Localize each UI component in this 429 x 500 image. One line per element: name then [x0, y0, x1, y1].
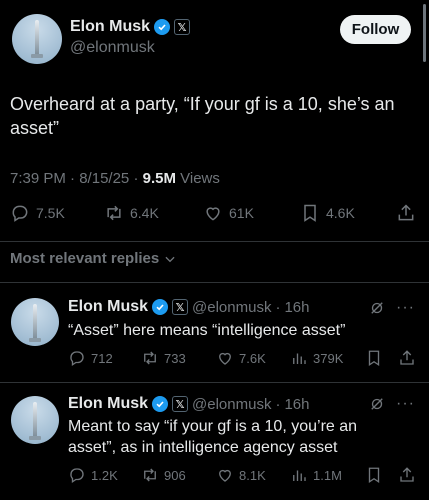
share-action[interactable]	[398, 466, 416, 484]
bookmark-action[interactable]	[365, 466, 383, 484]
repost-icon	[144, 468, 156, 482]
views-count: 379K	[313, 350, 344, 366]
bookmark-action[interactable]	[365, 349, 383, 367]
reply-count: 7.5K	[36, 205, 65, 221]
like-count: 7.6K	[239, 350, 266, 366]
heart-icon	[219, 469, 231, 482]
tweet-time[interactable]: 7:39 PM	[10, 170, 66, 187]
share-action[interactable]	[396, 203, 416, 223]
author-name-row: Elon Musk 𝕏 @elonmusk · 16h	[68, 395, 310, 413]
more-options-icon[interactable]: ···	[396, 299, 415, 317]
author-name[interactable]: Elon Musk	[70, 18, 150, 36]
views-label: Views	[180, 170, 220, 187]
repost-action[interactable]: 6.4K	[104, 203, 159, 223]
bookmark-icon	[368, 350, 380, 367]
repost-count: 733	[164, 350, 186, 366]
reply-count: 1.2K	[91, 467, 118, 483]
views-count: 9.5M	[142, 170, 176, 187]
reply-icon	[12, 205, 28, 222]
tweet-date[interactable]: 8/15/25	[79, 170, 129, 187]
heart-icon	[206, 207, 220, 221]
follow-button[interactable]: Follow	[340, 15, 411, 44]
like-action[interactable]: 8.1K	[216, 466, 266, 484]
repost-count: 906	[164, 467, 186, 483]
author-name[interactable]: Elon Musk	[68, 395, 148, 413]
divider	[0, 241, 429, 242]
verified-badge-icon	[152, 396, 169, 412]
reply-actions: 1.2K 906 8.1K 1.1M	[68, 466, 418, 486]
repost-icon	[144, 351, 156, 365]
like-count: 61K	[229, 205, 254, 221]
bookmark-icon	[368, 467, 380, 484]
reply-action[interactable]: 1.2K	[68, 466, 118, 484]
reply-text: “Asset” here means “intelligence asset”	[68, 322, 346, 339]
reply-icon	[70, 351, 84, 367]
views-action[interactable]: 379K	[290, 349, 343, 367]
reply-item[interactable]: Elon Musk 𝕏 @elonmusk · 16h ··· Meant to…	[0, 383, 429, 500]
bookmark-icon	[304, 204, 316, 222]
author-name[interactable]: Elon Musk	[68, 298, 148, 316]
repost-icon	[107, 205, 121, 221]
bookmark-action[interactable]: 4.6K	[300, 203, 355, 223]
reply-action[interactable]: 7.5K	[10, 203, 65, 223]
reply-action[interactable]: 712	[68, 349, 113, 367]
verified-badge-icon	[154, 19, 171, 35]
reply-age[interactable]: 16h	[284, 299, 309, 316]
x-affiliate-icon: 𝕏	[172, 396, 189, 412]
bookmark-count: 4.6K	[326, 205, 355, 221]
x-affiliate-icon: 𝕏	[174, 19, 191, 35]
reply-text: Meant to say “if your gf is a 10, you’re…	[68, 418, 358, 456]
like-action[interactable]: 61K	[203, 203, 254, 223]
avatar[interactable]	[11, 396, 59, 444]
reply-icon	[70, 468, 84, 484]
like-count: 8.1K	[239, 467, 266, 483]
x-affiliate-icon: 𝕏	[172, 299, 189, 315]
share-icon	[400, 467, 414, 482]
author-name-row: Elon Musk 𝕏	[70, 18, 191, 36]
grok-icon[interactable]	[368, 299, 386, 317]
chevron-down-icon	[165, 256, 175, 262]
tweet-actions: 7.5K 6.4K 61K 4.6K	[0, 203, 429, 229]
author-handle[interactable]: @elonmusk	[192, 299, 271, 316]
grok-icon[interactable]	[368, 395, 386, 413]
repost-action[interactable]: 733	[141, 349, 186, 367]
share-action[interactable]	[398, 349, 416, 367]
share-icon	[398, 204, 414, 221]
reply-actions: 712 733 7.6K 379K	[68, 349, 418, 369]
replies-sort-label: Most relevant replies	[10, 250, 160, 267]
more-options-icon[interactable]: ···	[396, 395, 415, 413]
replies-sort-dropdown[interactable]: Most relevant replies	[10, 250, 177, 267]
like-action[interactable]: 7.6K	[216, 349, 266, 367]
views-count: 1.1M	[313, 467, 342, 483]
views-chart-icon	[293, 353, 306, 364]
author-handle[interactable]: @elonmusk	[70, 39, 155, 57]
reply-top-actions: ···	[368, 395, 415, 413]
reply-count: 712	[91, 350, 113, 366]
views-action[interactable]: 1.1M	[290, 466, 342, 484]
share-icon	[400, 350, 414, 365]
heart-icon	[219, 352, 231, 365]
tweet-text: Overheard at a party, “If your gf is a 1…	[10, 94, 395, 138]
repost-count: 6.4K	[130, 205, 159, 221]
author-handle[interactable]: @elonmusk	[192, 396, 271, 413]
repost-action[interactable]: 906	[141, 466, 186, 484]
scrollbar[interactable]	[423, 4, 426, 62]
tweet-meta: 7:39 PM · 8/15/25 · 9.5M Views	[10, 170, 220, 187]
avatar[interactable]	[11, 298, 59, 346]
views-chart-icon	[293, 470, 306, 481]
reply-top-actions: ···	[368, 299, 415, 317]
reply-age[interactable]: 16h	[284, 396, 309, 413]
avatar[interactable]	[12, 14, 62, 64]
verified-badge-icon	[152, 299, 169, 315]
author-name-row: Elon Musk 𝕏 @elonmusk · 16h	[68, 298, 310, 316]
reply-item[interactable]: Elon Musk 𝕏 @elonmusk · 16h ··· “Asset” …	[0, 283, 429, 382]
